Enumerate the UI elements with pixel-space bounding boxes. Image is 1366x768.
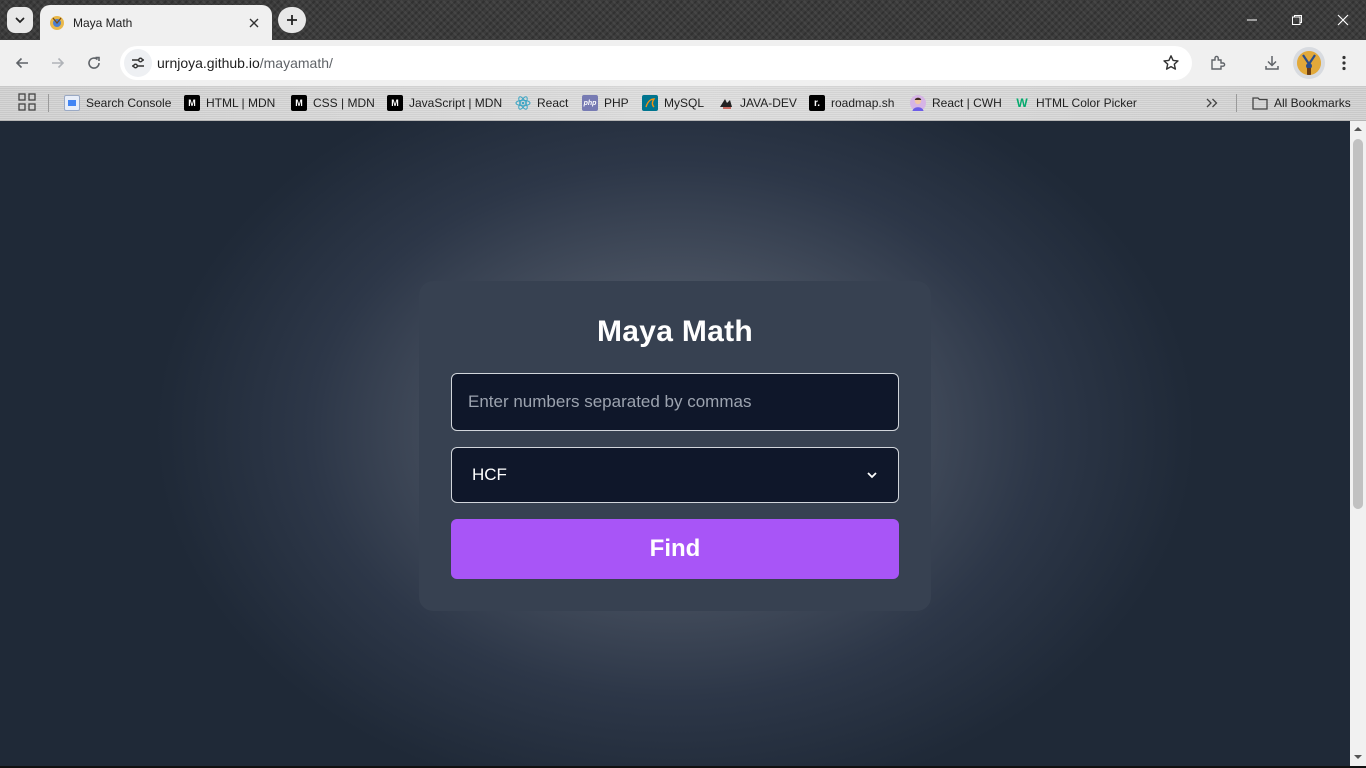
reload-icon [88,56,100,69]
bookmark-label: React | CWH [932,96,1002,110]
url-path: /mayamath/ [259,55,333,71]
bookmarks-bar: Search Console M HTML | MDN M CSS | MDN … [0,86,1366,121]
restore-icon [1292,15,1302,25]
bookmark-html-color-picker[interactable]: W HTML Color Picker [1014,92,1137,114]
new-tab-button[interactable] [278,7,306,33]
tune-icon [132,57,144,69]
page-viewport: Maya Math HCF Find [0,121,1350,766]
bookmark-label: roadmap.sh [831,96,895,110]
apps-grid-icon[interactable] [18,93,36,111]
cwh-avatar-icon [910,95,926,111]
java-dev-icon [718,95,734,111]
bookmark-label: HTML | MDN [206,96,276,110]
reload-button[interactable] [80,49,108,77]
mdn-icon: M [184,95,200,111]
bookmark-label: JavaScript | MDN [409,96,503,110]
w3schools-icon: W [1016,96,1028,110]
tab-close-button[interactable] [246,15,262,31]
chevron-double-right-icon[interactable] [1204,95,1220,111]
bookmark-react-cwh[interactable]: React | CWH [910,92,1002,114]
folder-icon [1252,95,1268,111]
more-vertical-icon [1342,55,1346,71]
close-window-button[interactable] [1331,8,1355,32]
bookmark-mysql[interactable]: MySQL [642,92,704,114]
all-bookmarks-label: All Bookmarks [1274,96,1351,110]
profile-avatar-icon [1297,51,1321,75]
url-text: urnjoya.github.io/mayamath/ [157,55,333,71]
bookmark-label: Search Console [86,96,172,110]
restore-button[interactable] [1285,8,1309,32]
extensions-button[interactable] [1206,51,1230,75]
chevron-down-icon [867,472,877,479]
page-scrollbar[interactable] [1350,121,1366,766]
download-icon [1265,56,1279,70]
site-favicon-icon [50,15,64,30]
browser-tab-active[interactable]: Maya Math [40,5,272,40]
find-button[interactable]: Find [451,519,899,579]
react-icon [515,95,531,111]
search-console-icon [64,95,80,111]
bookmarks-divider [1236,94,1237,112]
address-bar[interactable]: urnjoya.github.io/mayamath/ [120,46,1192,80]
site-info-button[interactable] [124,49,152,77]
operation-select[interactable]: HCF [451,447,899,503]
arrow-left-icon [15,57,28,69]
bookmarks-divider [48,94,49,112]
browser-toolbar: urnjoya.github.io/mayamath/ [0,40,1366,86]
profile-avatar[interactable] [1293,47,1325,79]
app-title: Maya Math [596,315,754,348]
bookmark-java-dev[interactable]: JAVA-DEV [718,92,797,114]
bookmark-javascript-mdn[interactable]: M JavaScript | MDN [387,92,502,114]
plus-icon [287,15,297,25]
bookmark-label: React [537,96,569,110]
bookmark-star-icon[interactable] [1162,54,1180,72]
scrollbar-thumb[interactable] [1353,139,1363,509]
close-icon [249,18,259,27]
arrow-right-icon [52,57,65,69]
tab-search-button[interactable] [7,7,33,33]
bookmark-html-mdn[interactable]: M HTML | MDN [184,92,275,114]
bookmark-label: CSS | MDN [313,96,375,110]
bookmark-label: HTML Color Picker [1036,96,1137,110]
browser-titlebar: Maya Math [0,0,1366,40]
bookmark-css-mdn[interactable]: M CSS | MDN [291,92,375,114]
calculator-card: Maya Math HCF Find [419,281,931,611]
bookmark-label: MySQL [664,96,705,110]
back-button[interactable] [8,49,36,77]
numbers-input[interactable] [451,373,899,431]
minimize-button[interactable] [1240,8,1264,32]
bookmark-react[interactable]: React [515,92,568,114]
all-bookmarks-folder[interactable]: All Bookmarks [1252,92,1351,114]
bookmark-roadmap[interactable]: r. roadmap.sh [809,92,894,114]
forward-button[interactable] [44,49,72,77]
bookmark-label: JAVA-DEV [740,96,797,110]
chevron-down-icon [15,17,25,24]
mdn-icon: M [291,95,307,111]
scroll-down-arrow-icon[interactable] [1354,753,1362,761]
url-host: urnjoya.github.io [157,55,260,71]
tab-title: Maya Math [73,15,133,30]
browser-menu-button[interactable] [1332,51,1356,75]
operation-selected-value: HCF [472,465,507,484]
scroll-up-arrow-icon[interactable] [1354,125,1362,133]
bookmark-search-console[interactable]: Search Console [64,92,171,114]
puzzle-icon [1211,55,1226,70]
bookmark-label: PHP [604,96,629,110]
mysql-icon [642,95,658,111]
downloads-button[interactable] [1260,51,1284,75]
mdn-icon: M [387,95,403,111]
php-icon: php [582,95,598,111]
minimize-icon [1247,19,1257,21]
close-icon [1337,14,1349,26]
roadmap-icon: r. [809,95,825,111]
bookmark-php[interactable]: php PHP [582,92,629,114]
